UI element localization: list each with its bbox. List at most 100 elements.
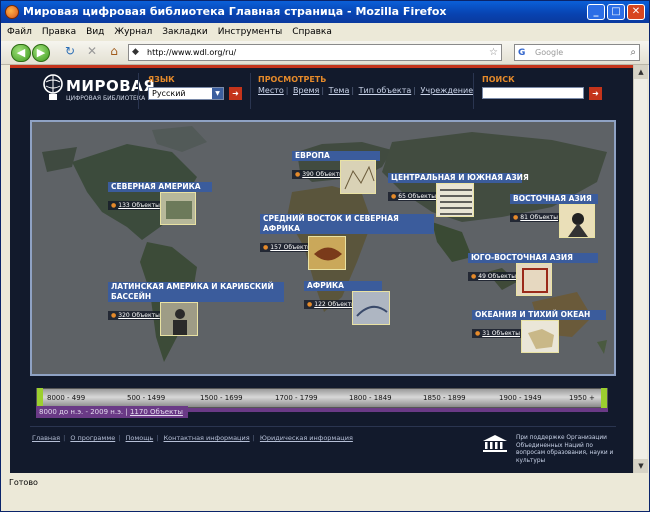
north-america-thumbnail[interactable] [160, 192, 196, 225]
menu-bar: Файл Правка Вид Журнал Закладки Инструме… [1, 23, 649, 41]
timeline-right-handle[interactable] [601, 388, 607, 408]
browse-label: ПРОСМОТРЕТЬ [258, 75, 327, 84]
title-bar: Мировая цифровая библиотека Главная стра… [1, 1, 649, 23]
menu-history[interactable]: Журнал [114, 23, 152, 41]
browse-link-topic[interactable]: Тема [329, 86, 350, 95]
latin-america-thumbnail[interactable] [160, 302, 198, 336]
accent-line [10, 65, 641, 68]
footer-link-about[interactable]: О программе [70, 434, 115, 442]
region-title: ЛАТИНСКАЯ АМЕРИКА И КАРИБСКИЙ БАССЕЙН [108, 282, 284, 302]
language-select[interactable]: Русский ▼ [148, 87, 224, 100]
footer-divider [30, 426, 616, 427]
menu-file[interactable]: Файл [7, 23, 32, 41]
close-button[interactable]: ✕ [627, 4, 645, 20]
region-count[interactable]: ● 157 Объекты [260, 243, 315, 252]
southeast-asia-thumbnail[interactable] [516, 263, 552, 296]
region-count[interactable]: ● 49 Объекты [468, 272, 520, 281]
africa-thumbnail[interactable] [352, 291, 390, 325]
browse-link-place[interactable]: Место [258, 86, 284, 95]
globe-bulb-icon [43, 74, 63, 100]
region-count[interactable]: ● 65 Объекты [388, 192, 440, 201]
timeline-bar[interactable]: 8000 - 499 500 - 1499 1500 - 1699 1700 -… [36, 388, 608, 408]
window-controls: _ □ ✕ [587, 4, 645, 20]
scroll-up-icon[interactable]: ▲ [634, 65, 648, 79]
timeline-label[interactable]: 1700 - 1799 [275, 394, 318, 402]
region-middle-east-north-africa[interactable]: СРЕДНИЙ ВОСТОК И СЕВЕРНАЯ АФРИКА ● 157 Об… [260, 214, 434, 253]
reload-icon[interactable]: ↻ [63, 44, 77, 58]
timeline-label[interactable]: 8000 - 499 [47, 394, 85, 402]
search-icon[interactable]: ⌕ [630, 45, 636, 60]
unesco-support-text: При поддержке Организации Объединенных Н… [516, 435, 614, 464]
region-title: ЦЕНТРАЛЬНАЯ И ЮЖНАЯ АЗИЯ [388, 173, 529, 183]
timeline-label[interactable]: 500 - 1499 [127, 394, 165, 402]
region-title: ВОСТОЧНАЯ АЗИЯ [510, 194, 598, 204]
timeline-left-handle[interactable] [37, 388, 43, 408]
forward-button[interactable]: ▶ [32, 44, 50, 62]
oceania-thumbnail[interactable] [521, 320, 559, 353]
back-button[interactable]: ◀ [11, 44, 31, 62]
footer-link-contact[interactable]: Контактная информация [164, 434, 250, 442]
europe-thumbnail[interactable] [340, 160, 376, 194]
web-search-input[interactable]: G Google ⌕ [514, 44, 640, 61]
language-go-button[interactable]: ➜ [229, 87, 242, 100]
menu-help[interactable]: Справка [292, 23, 332, 41]
window-title: Мировая цифровая библиотека Главная стра… [23, 5, 447, 18]
divider [138, 73, 139, 109]
region-count[interactable]: ● 31 Объекты [472, 329, 524, 338]
region-count[interactable]: ● 122 Объекты [304, 300, 359, 309]
address-bar[interactable]: ◆ http://www.wdl.org/ru/ ☆ [128, 44, 502, 61]
menu-edit[interactable]: Правка [42, 23, 76, 41]
east-asia-thumbnail[interactable] [559, 204, 595, 238]
logo-title: МИРОВАЯ [66, 77, 156, 95]
search-label: ПОИСК [482, 75, 515, 84]
scroll-down-icon[interactable]: ▼ [634, 459, 648, 473]
timeline-label[interactable]: 1850 - 1899 [423, 394, 466, 402]
timeline-info: 8000 до н.э. - 2009 н.э. | 1170 Объекты [36, 406, 188, 418]
timeline-label[interactable]: 1900 - 1949 [499, 394, 542, 402]
page-scrollbar[interactable]: ▲ ▼ [633, 65, 648, 473]
timeline-label[interactable]: 1950 + [569, 394, 595, 402]
timeline-range-text: 8000 до н.э. - 2009 н.э. | [39, 408, 128, 416]
browser-window: Мировая цифровая библиотека Главная стра… [0, 0, 650, 512]
timeline-count-link[interactable]: 1170 Объекты [130, 408, 183, 416]
timeline-label[interactable]: 1500 - 1699 [200, 394, 243, 402]
unesco-logo-icon[interactable] [480, 433, 510, 453]
page-content: МИРОВАЯ ЦИФРОВАЯ БИБЛИОТЕКА ЯЗЫК Русский… [10, 65, 641, 473]
site-search-input[interactable] [482, 87, 584, 99]
browse-link-type[interactable]: Тип объекта [359, 86, 412, 95]
favicon-icon: ◆ [132, 47, 139, 57]
language-label: ЯЗЫК [148, 75, 175, 84]
footer-links: Главная | О программе | Помощь | Контактная… [32, 434, 353, 442]
search-go-button[interactable]: ➜ [589, 87, 602, 100]
status-text: Готово [9, 478, 38, 487]
stop-icon[interactable]: ✕ [85, 44, 99, 58]
maximize-button[interactable]: □ [607, 4, 625, 20]
footer-link-home[interactable]: Главная [32, 434, 60, 442]
region-title: СЕВЕРНАЯ АМЕРИКА [108, 182, 212, 192]
region-count[interactable]: ● 320 Объекты [108, 311, 163, 320]
menu-tools[interactable]: Инструменты [218, 23, 282, 41]
search-placeholder: Google [535, 48, 564, 57]
world-map[interactable]: ЕВРОПА ● 390 Объекты СЕВЕРНАЯ АМЕРИКА ● 13… [30, 120, 616, 376]
home-icon[interactable]: ⌂ [107, 44, 121, 58]
footer-link-legal[interactable]: Юридическая информация [260, 434, 353, 442]
firefox-icon [5, 5, 19, 19]
middle-east-thumbnail[interactable] [308, 236, 346, 270]
region-count[interactable]: ● 390 Объекты [292, 170, 347, 179]
menu-bookmarks[interactable]: Закладки [162, 23, 208, 41]
minimize-button[interactable]: _ [587, 4, 605, 20]
region-count[interactable]: ● 133 Объекты [108, 201, 163, 210]
browse-links: Место | Время | Тема | Тип объекта | Учрежде… [258, 86, 474, 95]
browse-link-time[interactable]: Время [293, 86, 319, 95]
menu-view[interactable]: Вид [86, 23, 104, 41]
region-count[interactable]: ● 81 Объекты [510, 213, 562, 222]
browse-link-institution[interactable]: Учреждение [421, 86, 474, 95]
bookmark-star-icon[interactable]: ☆ [489, 46, 498, 60]
site-logo[interactable]: МИРОВАЯ ЦИФРОВАЯ БИБЛИОТЕКА [40, 73, 155, 109]
google-icon[interactable]: G [518, 46, 525, 61]
timeline-label[interactable]: 1800 - 1849 [349, 394, 392, 402]
logo-subtitle: ЦИФРОВАЯ БИБЛИОТЕКА [66, 95, 146, 102]
navigation-toolbar: ◀ ▶ ↻ ✕ ⌂ ◆ http://www.wdl.org/ru/ ☆ G G… [1, 41, 649, 65]
footer-link-help[interactable]: Помощь [126, 434, 154, 442]
central-south-asia-thumbnail[interactable] [436, 183, 474, 217]
